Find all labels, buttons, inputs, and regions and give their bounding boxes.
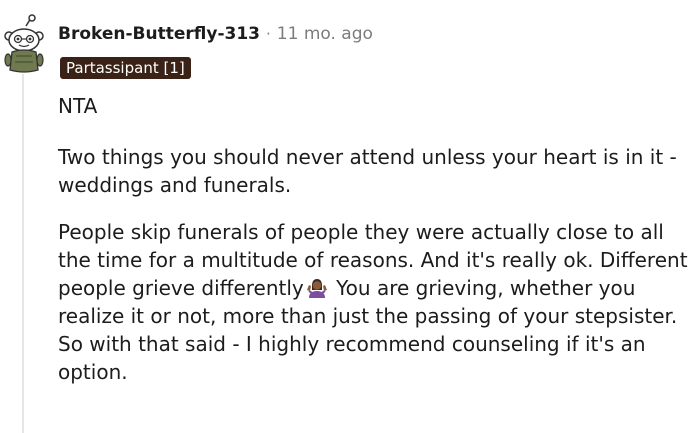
paragraph-line: the time for a multitude of reasons. And… <box>58 248 688 272</box>
paragraph-verdict: NTA <box>58 94 98 118</box>
person-shrugging-emoji-icon <box>306 277 328 299</box>
comment-body: NTA Two things you should never attend u… <box>58 92 698 386</box>
paragraph-line: realize it or not, more than just the pa… <box>58 304 678 328</box>
paragraph-text: You are grieving, whether you <box>336 276 636 300</box>
paragraph-line-with-emoji: people grieve differently You are grievi… <box>58 274 698 302</box>
comment-container: Broken-Butterfly-313 · 11 mo. ago Partas… <box>0 0 700 433</box>
paragraph-line: People skip funerals of people they were… <box>58 220 664 244</box>
paragraph-line: So with that said - I highly recommend c… <box>58 332 646 356</box>
paragraph-line: Two things you should never attend unles… <box>58 145 677 169</box>
snoo-avatar-icon[interactable] <box>2 14 46 74</box>
paragraph-line: weddings and funerals. <box>58 173 292 197</box>
meta-separator: · <box>266 25 271 43</box>
thread-collapse-line[interactable] <box>22 74 24 433</box>
comment-timestamp[interactable]: 11 mo. ago <box>277 24 373 44</box>
comment-header: Broken-Butterfly-313 · 11 mo. ago <box>58 24 373 44</box>
paragraph-text: people grieve differently <box>58 276 304 300</box>
user-flair-badge: Partassipant [1] <box>60 57 191 79</box>
username-link[interactable]: Broken-Butterfly-313 <box>58 24 260 44</box>
paragraph-line: option. <box>58 360 128 384</box>
